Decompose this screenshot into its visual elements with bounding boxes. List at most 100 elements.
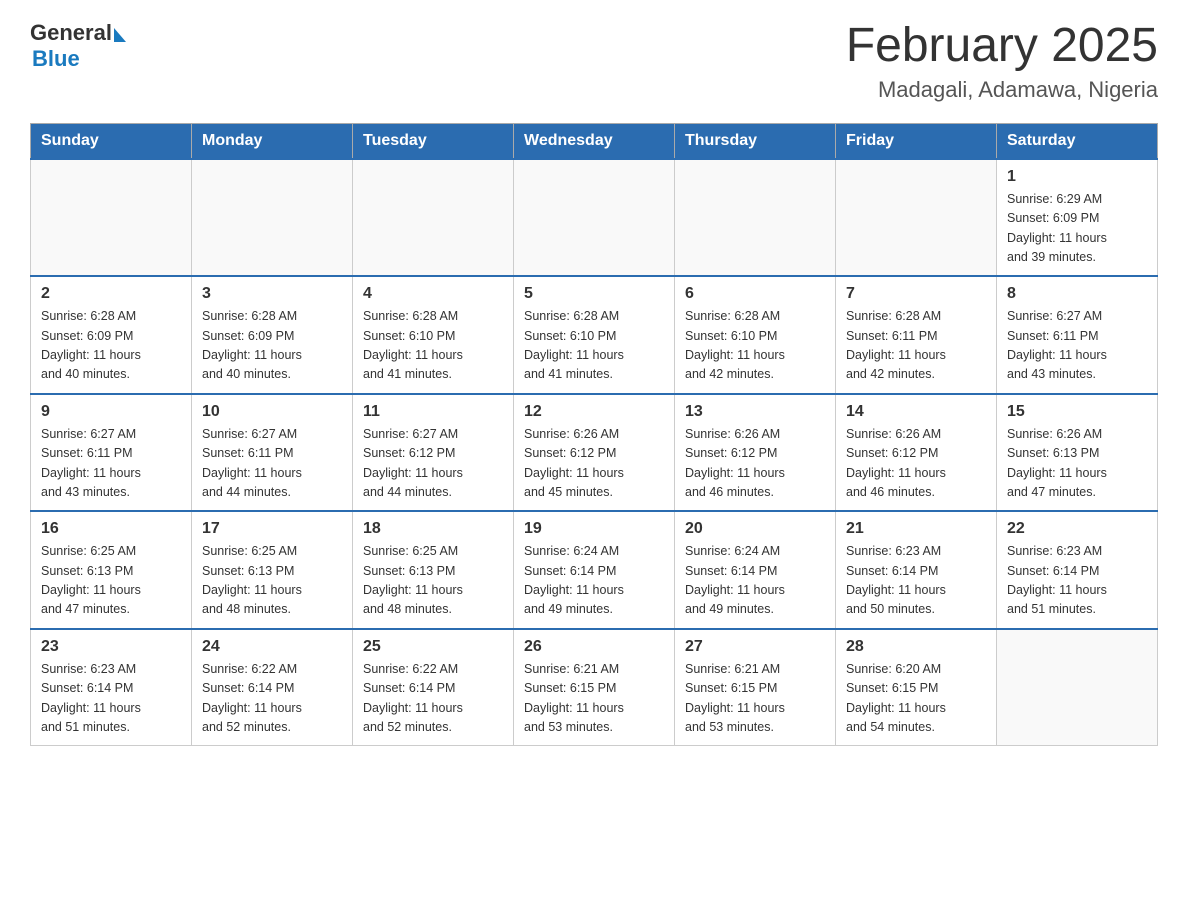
day-info: Sunrise: 6:28 AMSunset: 6:09 PMDaylight:… [41, 307, 181, 385]
day-info: Sunrise: 6:28 AMSunset: 6:10 PMDaylight:… [363, 307, 503, 385]
calendar-day-cell: 16 Sunrise: 6:25 AMSunset: 6:13 PMDayligh… [31, 511, 192, 629]
calendar-day-cell: 2 Sunrise: 6:28 AMSunset: 6:09 PMDaylight… [31, 276, 192, 394]
weekday-header-tuesday: Tuesday [353, 123, 514, 159]
calendar-day-cell: 25 Sunrise: 6:22 AMSunset: 6:14 PMDayligh… [353, 629, 514, 746]
page-title: February 2025 [846, 20, 1158, 73]
day-info: Sunrise: 6:25 AMSunset: 6:13 PMDaylight:… [202, 542, 342, 620]
calendar-week-row: 9 Sunrise: 6:27 AMSunset: 6:11 PMDaylight… [31, 394, 1158, 512]
day-info: Sunrise: 6:27 AMSunset: 6:11 PMDaylight:… [202, 425, 342, 503]
day-info: Sunrise: 6:26 AMSunset: 6:12 PMDaylight:… [846, 425, 986, 503]
day-info: Sunrise: 6:28 AMSunset: 6:10 PMDaylight:… [524, 307, 664, 385]
page-header: General Blue February 2025 Madagali, Ada… [30, 20, 1158, 103]
logo-general-text: General [30, 20, 112, 46]
calendar-day-cell [836, 159, 997, 277]
day-info: Sunrise: 6:26 AMSunset: 6:12 PMDaylight:… [685, 425, 825, 503]
calendar-day-cell: 11 Sunrise: 6:27 AMSunset: 6:12 PMDayligh… [353, 394, 514, 512]
calendar-day-cell: 26 Sunrise: 6:21 AMSunset: 6:15 PMDayligh… [514, 629, 675, 746]
day-number: 27 [685, 638, 825, 656]
day-info: Sunrise: 6:20 AMSunset: 6:15 PMDaylight:… [846, 660, 986, 738]
day-number: 18 [363, 520, 503, 538]
calendar-day-cell: 15 Sunrise: 6:26 AMSunset: 6:13 PMDayligh… [997, 394, 1158, 512]
day-info: Sunrise: 6:21 AMSunset: 6:15 PMDaylight:… [685, 660, 825, 738]
calendar-day-cell [192, 159, 353, 277]
calendar-day-cell: 5 Sunrise: 6:28 AMSunset: 6:10 PMDaylight… [514, 276, 675, 394]
calendar-day-cell: 17 Sunrise: 6:25 AMSunset: 6:13 PMDayligh… [192, 511, 353, 629]
day-number: 5 [524, 285, 664, 303]
day-number: 12 [524, 403, 664, 421]
day-info: Sunrise: 6:28 AMSunset: 6:09 PMDaylight:… [202, 307, 342, 385]
weekday-header-saturday: Saturday [997, 123, 1158, 159]
calendar-week-row: 2 Sunrise: 6:28 AMSunset: 6:09 PMDaylight… [31, 276, 1158, 394]
day-number: 13 [685, 403, 825, 421]
day-number: 9 [41, 403, 181, 421]
day-number: 15 [1007, 403, 1147, 421]
day-number: 10 [202, 403, 342, 421]
day-info: Sunrise: 6:28 AMSunset: 6:10 PMDaylight:… [685, 307, 825, 385]
day-info: Sunrise: 6:25 AMSunset: 6:13 PMDaylight:… [41, 542, 181, 620]
day-info: Sunrise: 6:22 AMSunset: 6:14 PMDaylight:… [202, 660, 342, 738]
day-number: 4 [363, 285, 503, 303]
calendar-day-cell: 24Sunrise: 6:22 AMSunset: 6:14 PMDayligh… [192, 629, 353, 746]
calendar-day-cell: 12 Sunrise: 6:26 AMSunset: 6:12 PMDayligh… [514, 394, 675, 512]
calendar-day-cell: 8Sunrise: 6:27 AMSunset: 6:11 PMDaylight… [997, 276, 1158, 394]
calendar-week-row: 23Sunrise: 6:23 AMSunset: 6:14 PMDayligh… [31, 629, 1158, 746]
day-number: 7 [846, 285, 986, 303]
calendar-week-row: 16 Sunrise: 6:25 AMSunset: 6:13 PMDayligh… [31, 511, 1158, 629]
weekday-header-sunday: Sunday [31, 123, 192, 159]
day-number: 6 [685, 285, 825, 303]
calendar-day-cell: 1 Sunrise: 6:29 AMSunset: 6:09 PMDaylight… [997, 159, 1158, 277]
day-number: 20 [685, 520, 825, 538]
day-number: 22 [1007, 520, 1147, 538]
calendar-header-row: SundayMondayTuesdayWednesdayThursdayFrid… [31, 123, 1158, 159]
day-info: Sunrise: 6:27 AMSunset: 6:11 PMDaylight:… [1007, 307, 1147, 385]
day-number: 1 [1007, 168, 1147, 186]
calendar-table: SundayMondayTuesdayWednesdayThursdayFrid… [30, 123, 1158, 747]
day-number: 19 [524, 520, 664, 538]
calendar-day-cell: 4 Sunrise: 6:28 AMSunset: 6:10 PMDaylight… [353, 276, 514, 394]
day-number: 11 [363, 403, 503, 421]
day-info: Sunrise: 6:24 AMSunset: 6:14 PMDaylight:… [685, 542, 825, 620]
day-number: 17 [202, 520, 342, 538]
calendar-day-cell: 22Sunrise: 6:23 AMSunset: 6:14 PMDayligh… [997, 511, 1158, 629]
calendar-day-cell: 6 Sunrise: 6:28 AMSunset: 6:10 PMDaylight… [675, 276, 836, 394]
calendar-day-cell [997, 629, 1158, 746]
calendar-day-cell: 19 Sunrise: 6:24 AMSunset: 6:14 PMDayligh… [514, 511, 675, 629]
calendar-day-cell: 10 Sunrise: 6:27 AMSunset: 6:11 PMDayligh… [192, 394, 353, 512]
calendar-day-cell: 28 Sunrise: 6:20 AMSunset: 6:15 PMDayligh… [836, 629, 997, 746]
calendar-day-cell: 3Sunrise: 6:28 AMSunset: 6:09 PMDaylight… [192, 276, 353, 394]
calendar-day-cell: 14Sunrise: 6:26 AMSunset: 6:12 PMDayligh… [836, 394, 997, 512]
calendar-day-cell [675, 159, 836, 277]
weekday-header-thursday: Thursday [675, 123, 836, 159]
calendar-day-cell: 18 Sunrise: 6:25 AMSunset: 6:13 PMDayligh… [353, 511, 514, 629]
weekday-header-friday: Friday [836, 123, 997, 159]
calendar-day-cell: 20 Sunrise: 6:24 AMSunset: 6:14 PMDayligh… [675, 511, 836, 629]
day-info: Sunrise: 6:25 AMSunset: 6:13 PMDaylight:… [363, 542, 503, 620]
day-number: 2 [41, 285, 181, 303]
calendar-day-cell: 23Sunrise: 6:23 AMSunset: 6:14 PMDayligh… [31, 629, 192, 746]
day-info: Sunrise: 6:27 AMSunset: 6:12 PMDaylight:… [363, 425, 503, 503]
day-info: Sunrise: 6:27 AMSunset: 6:11 PMDaylight:… [41, 425, 181, 503]
calendar-day-cell: 7 Sunrise: 6:28 AMSunset: 6:11 PMDaylight… [836, 276, 997, 394]
day-info: Sunrise: 6:22 AMSunset: 6:14 PMDaylight:… [363, 660, 503, 738]
day-info: Sunrise: 6:23 AMSunset: 6:14 PMDaylight:… [846, 542, 986, 620]
day-number: 28 [846, 638, 986, 656]
day-info: Sunrise: 6:23 AMSunset: 6:14 PMDaylight:… [41, 660, 181, 738]
calendar-day-cell: 21Sunrise: 6:23 AMSunset: 6:14 PMDayligh… [836, 511, 997, 629]
day-info: Sunrise: 6:29 AMSunset: 6:09 PMDaylight:… [1007, 190, 1147, 268]
logo: General Blue [30, 20, 126, 72]
calendar-week-row: 1 Sunrise: 6:29 AMSunset: 6:09 PMDaylight… [31, 159, 1158, 277]
calendar-day-cell: 9 Sunrise: 6:27 AMSunset: 6:11 PMDaylight… [31, 394, 192, 512]
logo-blue-text: Blue [32, 46, 80, 72]
day-info: Sunrise: 6:28 AMSunset: 6:11 PMDaylight:… [846, 307, 986, 385]
weekday-header-wednesday: Wednesday [514, 123, 675, 159]
calendar-day-cell [353, 159, 514, 277]
day-info: Sunrise: 6:21 AMSunset: 6:15 PMDaylight:… [524, 660, 664, 738]
day-number: 26 [524, 638, 664, 656]
logo-triangle-icon [114, 28, 126, 42]
day-info: Sunrise: 6:24 AMSunset: 6:14 PMDaylight:… [524, 542, 664, 620]
day-number: 16 [41, 520, 181, 538]
day-info: Sunrise: 6:26 AMSunset: 6:12 PMDaylight:… [524, 425, 664, 503]
calendar-day-cell: 27 Sunrise: 6:21 AMSunset: 6:15 PMDayligh… [675, 629, 836, 746]
day-info: Sunrise: 6:26 AMSunset: 6:13 PMDaylight:… [1007, 425, 1147, 503]
day-number: 25 [363, 638, 503, 656]
